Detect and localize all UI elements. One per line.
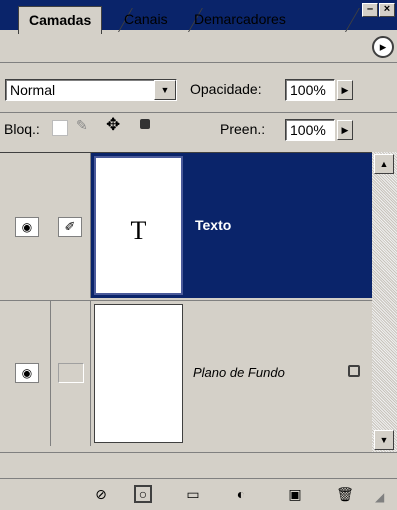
lock-label: Bloq.: — [4, 121, 40, 137]
layer-row-background[interactable]: ◉ Plano de Fundo — [0, 300, 372, 446]
eye-icon[interactable]: ◉ — [15, 363, 39, 383]
scroll-up-icon[interactable]: ▲ — [374, 154, 394, 174]
opacity-input[interactable]: 100% — [285, 79, 335, 101]
opacity-label: Opacidade: — [190, 81, 262, 97]
eye-icon[interactable]: ◉ — [15, 217, 39, 237]
new-layer-icon[interactable]: ▣ — [286, 485, 304, 503]
adjustment-icon[interactable]: ◐ — [232, 485, 250, 503]
fill-label: Preen.: — [220, 121, 266, 137]
close-button[interactable]: × — [379, 3, 395, 17]
mask-icon[interactable]: ○ — [134, 485, 152, 503]
lock-pixels-icon[interactable]: ✎ — [76, 117, 88, 134]
resize-grip-icon[interactable]: ◢ — [375, 490, 384, 504]
fill-arrow-icon[interactable]: ▶ — [337, 120, 353, 140]
layer-thumbnail: T — [94, 156, 183, 295]
lock-transparency-icon[interactable] — [52, 120, 68, 136]
lock-all-icon[interactable] — [140, 119, 150, 129]
lock-position-icon[interactable]: ✥ — [106, 115, 120, 135]
blend-mode-value: Normal — [10, 82, 56, 98]
lock-icon — [348, 365, 360, 377]
layers-scrollbar[interactable] — [372, 152, 397, 452]
layer-name[interactable]: Plano de Fundo — [193, 365, 285, 380]
scroll-down-icon[interactable]: ▼ — [374, 430, 394, 450]
link-box[interactable] — [58, 363, 84, 383]
tab-demarcadores[interactable]: Demarcadores — [184, 8, 296, 31]
divider — [0, 478, 397, 479]
trash-icon[interactable]: 🗑 — [336, 485, 354, 503]
brush-icon[interactable]: ✐ — [58, 217, 82, 237]
layer-thumbnail — [94, 304, 183, 443]
divider — [0, 112, 397, 113]
blend-mode-select[interactable]: Normal — [5, 79, 177, 101]
tab-bar — [0, 30, 397, 63]
folder-icon[interactable]: ▭ — [184, 485, 202, 503]
chevron-down-icon[interactable]: ▼ — [154, 80, 176, 100]
layer-style-icon[interactable]: ⊘ — [92, 485, 110, 503]
minimize-button[interactable]: – — [362, 3, 378, 17]
opacity-arrow-icon[interactable]: ▶ — [337, 80, 353, 100]
tab-canais[interactable]: Canais — [114, 8, 178, 31]
panel-menu-icon[interactable]: ▸ — [372, 36, 394, 58]
tab-camadas[interactable]: Camadas — [18, 6, 103, 34]
text-layer-thumb-text: T — [130, 216, 147, 245]
layer-name[interactable]: Texto — [195, 217, 231, 233]
fill-input[interactable]: 100% — [285, 119, 335, 141]
layer-row-texto[interactable]: ◉ ✐ T Texto — [0, 153, 372, 298]
